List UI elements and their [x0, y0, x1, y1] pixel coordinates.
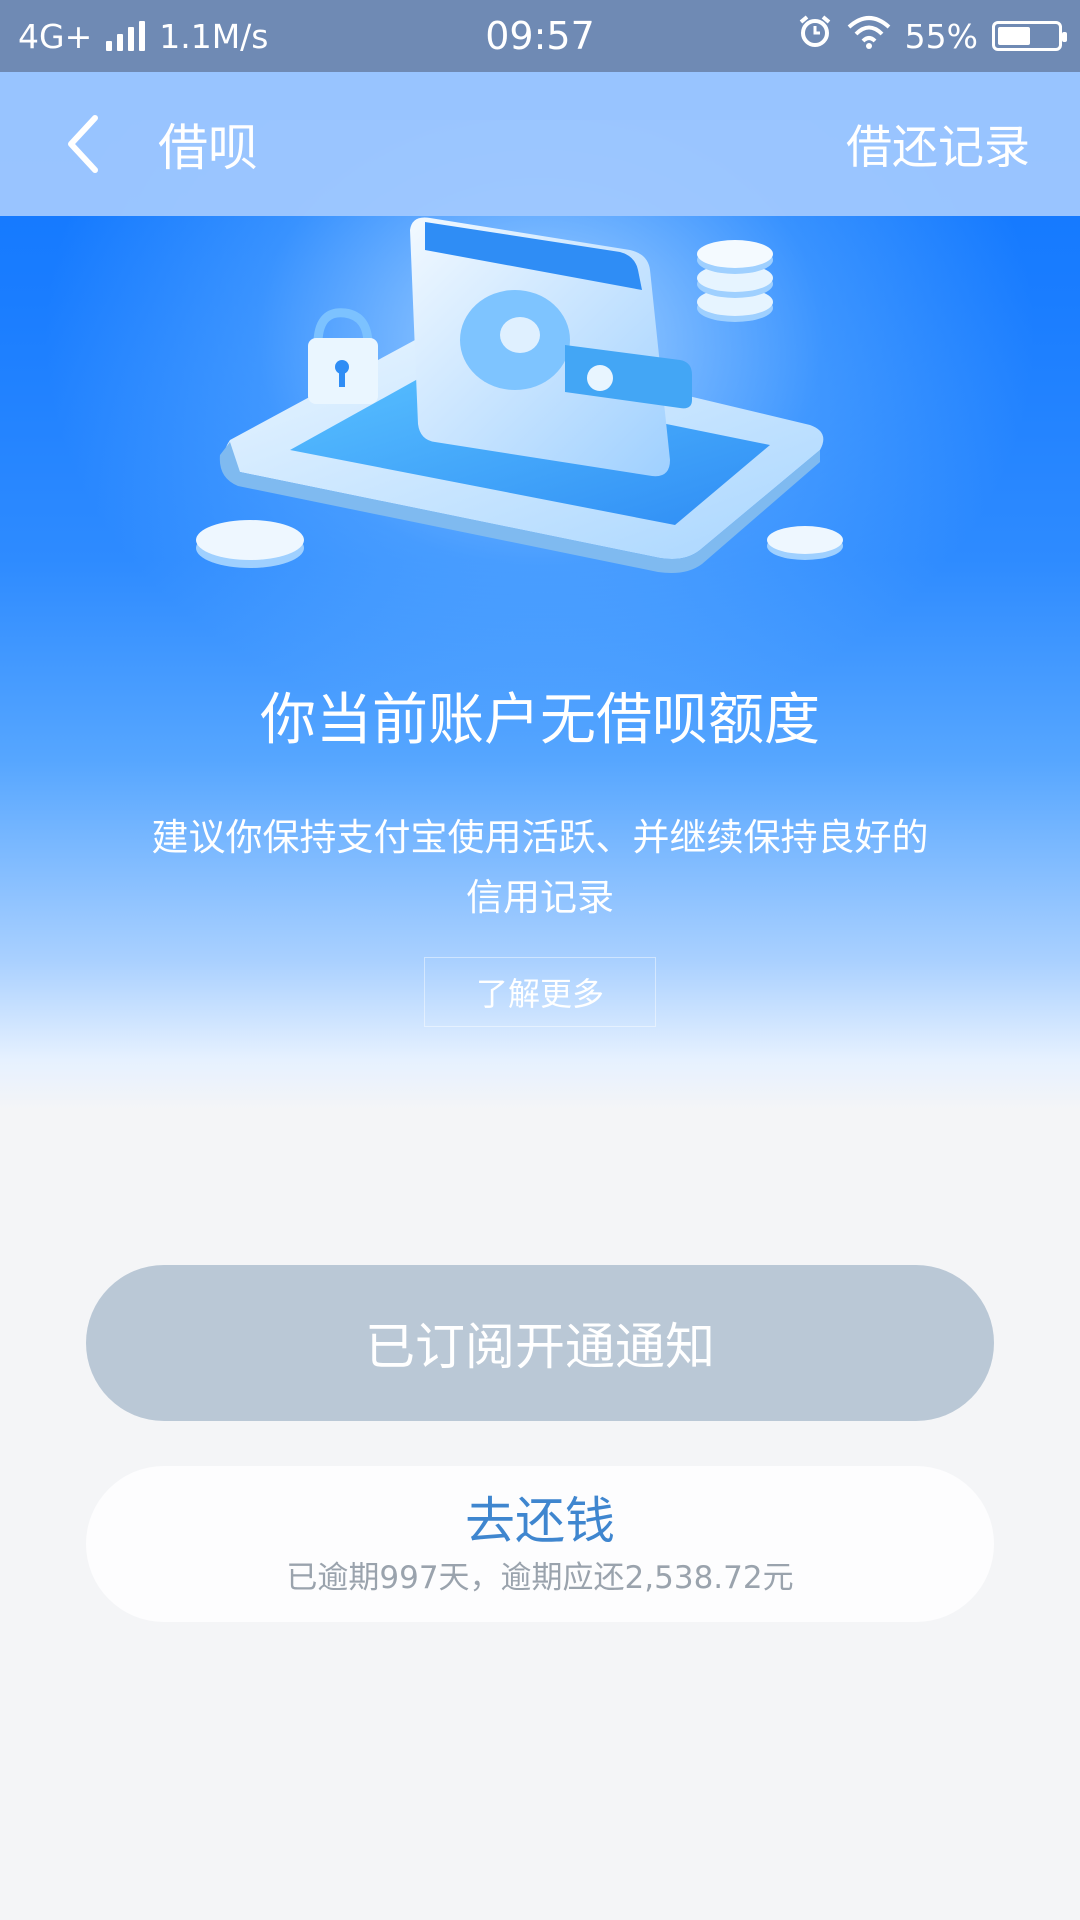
- nav-bar: 借呗 借还记录: [0, 72, 1080, 216]
- subscribed-notification-button[interactable]: 已订阅开通通知: [86, 1265, 994, 1421]
- status-left: 4G+ 1.1M/s: [18, 17, 378, 56]
- battery-icon: [992, 21, 1067, 51]
- repay-label: 去还钱: [465, 1492, 615, 1550]
- status-time: 09:57: [485, 14, 595, 58]
- repay-button[interactable]: 去还钱 已逾期997天，逾期应还2,538.72元: [86, 1466, 994, 1622]
- back-button[interactable]: [38, 99, 128, 189]
- learn-more-button[interactable]: 了解更多: [424, 957, 656, 1027]
- overdue-detail: 已逾期997天，逾期应还2,538.72元: [286, 1560, 794, 1596]
- wifi-icon: [847, 15, 891, 57]
- signal-icon: [106, 21, 146, 51]
- alarm-icon: [797, 14, 833, 58]
- battery-percent: 55%: [904, 16, 978, 56]
- chevron-left-icon: [68, 115, 98, 173]
- page-title: 借呗: [158, 119, 258, 177]
- no-credit-headline: 你当前账户无借呗额度: [260, 688, 820, 753]
- status-right: 55%: [702, 14, 1067, 58]
- loan-records-link[interactable]: 借还记录: [846, 111, 1030, 177]
- wallet-illustration: [196, 217, 843, 573]
- network-speed: 1.1M/s: [159, 16, 269, 56]
- advice-text: 建议你保持支付宝使用活跃、并继续保持良好的信用记录: [151, 816, 929, 919]
- status-bar: 4G+ 1.1M/s 09:57 55%: [0, 0, 1080, 72]
- network-type: 4G+: [18, 16, 93, 56]
